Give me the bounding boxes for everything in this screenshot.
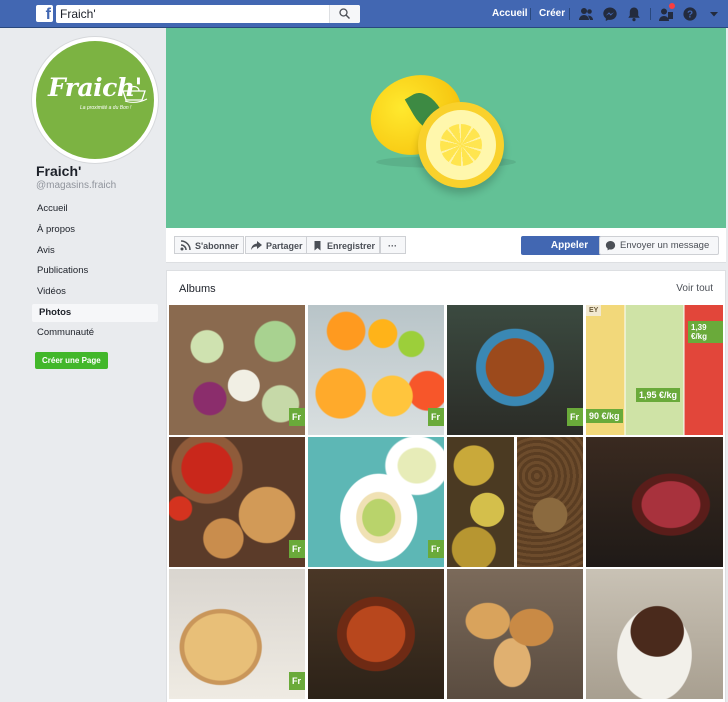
- price-tag-endive: 1,95 €/kg: [636, 388, 681, 402]
- bean-stew-photo: [308, 569, 444, 699]
- olive-oil-photo: [447, 437, 514, 567]
- logo-tagline: La proximité a du Bon !: [80, 105, 132, 111]
- album-tile-lentil-soup[interactable]: Fr: [447, 305, 583, 435]
- sidebar-item-reviews[interactable]: Avis: [32, 242, 158, 260]
- send-message-button[interactable]: Envoyer un message: [599, 236, 719, 255]
- subscribe-button[interactable]: S'abonner: [174, 236, 244, 254]
- album-tile-oil[interactable]: [447, 437, 514, 567]
- brand-tag: Fr: [289, 540, 305, 558]
- send-message-label: Envoyer un message: [620, 240, 710, 251]
- sidebar-item-about[interactable]: À propos: [32, 221, 158, 239]
- hazelnuts-photo: [517, 437, 583, 567]
- sidebar-item-community[interactable]: Communauté: [32, 324, 158, 342]
- search-input[interactable]: [60, 6, 320, 22]
- album-tile-breads[interactable]: [447, 569, 583, 699]
- facebook-logo-icon[interactable]: f: [36, 5, 53, 22]
- brand-tag: Fr: [567, 408, 583, 426]
- save-label: Enregistrer: [327, 241, 376, 251]
- sidebar-item-videos[interactable]: Vidéos: [32, 283, 158, 301]
- share-arrow-icon: [251, 241, 262, 250]
- nav-divider: [650, 8, 651, 20]
- album-tile-beef-steak[interactable]: [586, 437, 723, 567]
- vegetables-photo: [169, 305, 305, 435]
- see-all-albums-link[interactable]: Voir tout: [676, 283, 713, 294]
- lentil-soup-photo: [447, 305, 583, 435]
- album-tile-lamb-shank[interactable]: [586, 569, 723, 699]
- beef-steak-photo: [586, 437, 723, 567]
- brand-logo: Fraich' La proximité a du Bon !: [36, 41, 154, 159]
- search-button[interactable]: [329, 5, 360, 23]
- subscribe-label: S'abonner: [195, 241, 239, 251]
- share-label: Partager: [266, 241, 303, 251]
- lemon-segments: [440, 124, 482, 166]
- album-tile-crepes[interactable]: Fr: [169, 569, 305, 699]
- profile-picture[interactable]: Fraich' La proximité a du Bon !: [32, 37, 158, 163]
- cover-photo[interactable]: [166, 28, 726, 228]
- sidebar-item-posts[interactable]: Publications: [32, 262, 158, 280]
- lamb-shank-photo: [586, 569, 723, 699]
- nav-divider: [569, 8, 570, 20]
- page-name[interactable]: Fraich': [36, 163, 81, 179]
- brand-tag: Fr: [428, 540, 444, 558]
- search-box: [56, 5, 360, 23]
- album-tile-tomato-soup[interactable]: Fr: [169, 437, 305, 567]
- nav-create-link[interactable]: Créer: [539, 8, 565, 19]
- albums-heading: Albums: [179, 283, 216, 295]
- product-label: EY: [586, 305, 602, 316]
- album-tile-hazelnuts[interactable]: [517, 437, 583, 567]
- sidebar-item-home[interactable]: Accueil: [32, 200, 158, 218]
- album-tile-layered-salad[interactable]: Fr: [308, 437, 444, 567]
- brand-tag: Fr: [289, 672, 305, 690]
- messenger-icon: [605, 241, 616, 251]
- share-button[interactable]: Partager: [245, 236, 308, 254]
- page-action-bar: S'abonner Partager Enregistrer ··· Appel…: [166, 228, 726, 263]
- brand-tag: Fr: [289, 408, 305, 426]
- price-tag-blood-orange: 1,39 €/kg: [688, 321, 723, 343]
- messenger-icon[interactable]: [602, 6, 618, 22]
- tomato-soup-photo: [169, 437, 305, 567]
- album-tile-cheese-endive[interactable]: EY 90 €/kg 1,95 €/kg 1,39 €/kg: [586, 305, 723, 435]
- crepes-photo: [169, 569, 305, 699]
- album-tile-bean-stew[interactable]: [308, 569, 444, 699]
- notifications-bell-icon[interactable]: [626, 6, 642, 22]
- album-tile-citrus[interactable]: Fr: [308, 305, 444, 435]
- nav-home-link[interactable]: Accueil: [492, 8, 528, 19]
- halved-lemon: [418, 102, 504, 188]
- price-tag-cheese: 90 €/kg: [586, 409, 623, 423]
- top-navigation-bar: f Accueil Créer ?: [0, 0, 728, 28]
- save-button[interactable]: Enregistrer: [306, 236, 381, 254]
- more-options-button[interactable]: ···: [380, 236, 406, 254]
- sidebar-item-photos[interactable]: Photos: [32, 304, 158, 322]
- rss-icon: [180, 240, 191, 251]
- search-icon: [339, 8, 350, 19]
- svg-text:?: ?: [687, 10, 693, 21]
- layered-salad-photo: [308, 437, 444, 567]
- more-label: ···: [388, 241, 397, 251]
- nav-divider: [530, 8, 531, 20]
- friend-requests-icon[interactable]: [578, 6, 594, 22]
- page-sidebar: Fraich' La proximité a du Bon ! Fraich' …: [0, 28, 165, 702]
- create-page-button[interactable]: Créer une Page: [35, 352, 108, 369]
- lemon-flesh: [426, 110, 496, 180]
- logo-basket-icon: [122, 85, 148, 103]
- notification-badge: [668, 2, 676, 10]
- account-menu-chevron-down-icon[interactable]: [706, 6, 722, 22]
- brand-tag: Fr: [428, 408, 444, 426]
- citrus-photo: [308, 305, 444, 435]
- bookmark-icon: [314, 241, 321, 251]
- albums-section: Albums Voir tout Fr Fr Fr EY 90 €/kg 1,9…: [166, 270, 726, 702]
- help-question-icon[interactable]: ?: [682, 6, 698, 22]
- album-tile-vegetables[interactable]: Fr: [169, 305, 305, 435]
- page-username[interactable]: @magasins.fraich: [36, 180, 116, 191]
- breads-photo: [447, 569, 583, 699]
